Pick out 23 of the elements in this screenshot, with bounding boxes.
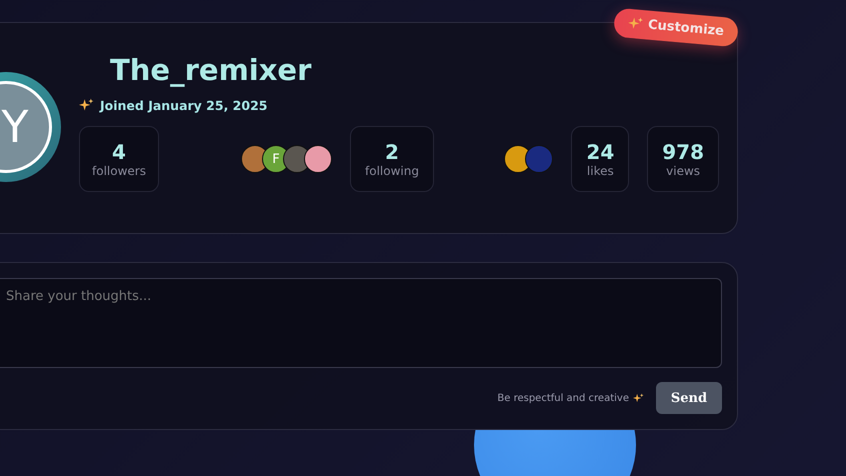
hint-text: Be respectful and creative — [497, 392, 629, 404]
user-avatar[interactable] — [525, 145, 554, 173]
send-button[interactable]: Send — [656, 382, 722, 414]
stat-label: following — [365, 164, 419, 178]
stat-value: 24 — [586, 140, 614, 164]
stat-value: 978 — [662, 140, 704, 164]
joined-date: Joined January 25, 2025 — [100, 98, 268, 113]
stat-box[interactable]: 978 views — [647, 126, 719, 192]
stat-label: likes — [586, 164, 614, 178]
floating-button[interactable] — [474, 429, 636, 476]
stat-label: views — [666, 164, 700, 178]
user-avatar[interactable] — [304, 145, 332, 173]
sparkle-icon — [633, 392, 644, 404]
comment-field[interactable]: Share your thoughts... — [0, 278, 722, 368]
stat-label: followers — [92, 164, 146, 178]
stat-value: 4 — [112, 140, 126, 164]
stat-box[interactable]: 24 likes — [571, 126, 630, 192]
avatar: Y — [0, 81, 52, 173]
stat-box[interactable]: 4 followers — [79, 126, 159, 192]
username: The_remixer — [110, 53, 312, 89]
stat-box[interactable]: 2 following — [350, 126, 434, 192]
stat-value: 2 — [385, 140, 399, 164]
sparkle-icon — [79, 98, 94, 113]
